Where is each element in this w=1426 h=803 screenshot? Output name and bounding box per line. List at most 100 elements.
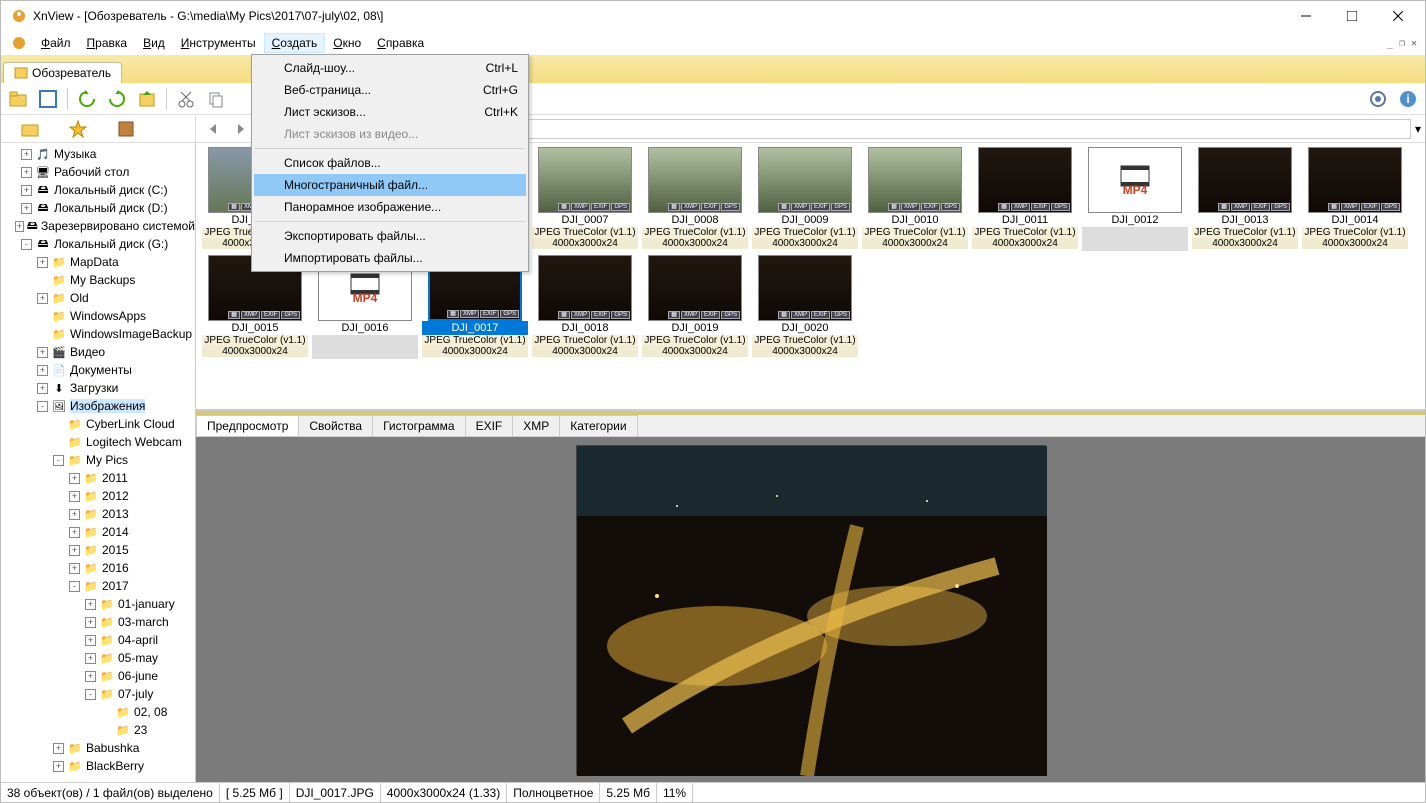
categories-icon[interactable]: [117, 120, 135, 138]
tree-node[interactable]: -📁2017: [1, 577, 195, 595]
folder-tree[interactable]: +🎵Музыка+🖥Рабочий стол+🖴Локальный диск (…: [1, 143, 196, 782]
expand-icon[interactable]: +: [21, 167, 32, 178]
expand-icon[interactable]: -: [53, 455, 64, 466]
expand-icon[interactable]: +: [37, 257, 48, 268]
settings-button[interactable]: [1365, 86, 1391, 112]
menu-item[interactable]: Импортировать файлы...: [254, 247, 526, 269]
menu-правка[interactable]: Правка: [79, 33, 136, 53]
thumbnail[interactable]: MP4DJI_0012: [1082, 147, 1188, 251]
tree-node[interactable]: +📁2013: [1, 505, 195, 523]
tree-node[interactable]: +📁01-january: [1, 595, 195, 613]
tree-node[interactable]: 📁My Backups: [1, 271, 195, 289]
thumbnail[interactable]: ▦XMPEXIFGPSDJI_0019JPEG TrueColor (v1.1)…: [642, 255, 748, 359]
preview-area[interactable]: [196, 437, 1425, 782]
expand-icon[interactable]: -: [85, 689, 96, 700]
expand-icon[interactable]: +: [85, 617, 96, 628]
thumbnail[interactable]: ▦XMPEXIFGPSDJI_0020JPEG TrueColor (v1.1)…: [752, 255, 858, 359]
nav-back-button[interactable]: [200, 116, 226, 142]
menu-файл[interactable]: Файл: [33, 33, 79, 53]
preview-tab[interactable]: Предпросмотр: [196, 415, 299, 436]
tree-node[interactable]: +📁2014: [1, 523, 195, 541]
tree-node[interactable]: +📄Документы: [1, 361, 195, 379]
favorites-star-icon[interactable]: [69, 120, 87, 138]
tree-node[interactable]: +📁2015: [1, 541, 195, 559]
tree-node[interactable]: +⬇Загрузки: [1, 379, 195, 397]
expand-icon[interactable]: +: [21, 149, 32, 160]
expand-icon[interactable]: +: [69, 509, 80, 520]
expand-icon[interactable]: +: [21, 203, 32, 214]
tree-node[interactable]: 📁CyberLink Cloud: [1, 415, 195, 433]
menu-инструменты[interactable]: Инструменты: [173, 33, 264, 53]
tree-node[interactable]: +📁BlackBerry: [1, 757, 195, 775]
open-button[interactable]: [5, 86, 31, 112]
expand-icon[interactable]: +: [37, 365, 48, 376]
thumbnail[interactable]: ▦XMPEXIFGPSDJI_0018JPEG TrueColor (v1.1)…: [532, 255, 638, 359]
close-button[interactable]: [1375, 1, 1421, 31]
path-dropdown-icon[interactable]: ▾: [1415, 122, 1421, 136]
expand-icon[interactable]: +: [53, 743, 64, 754]
tree-node[interactable]: +🖴Локальный диск (D:): [1, 199, 195, 217]
expand-icon[interactable]: +: [37, 383, 48, 394]
expand-icon[interactable]: +: [85, 635, 96, 646]
menu-создать[interactable]: Создать: [264, 33, 326, 53]
tree-node[interactable]: +🖥Рабочий стол: [1, 163, 195, 181]
expand-icon[interactable]: +: [69, 527, 80, 538]
tree-node[interactable]: +📁2016: [1, 559, 195, 577]
expand-icon[interactable]: +: [69, 563, 80, 574]
tree-node[interactable]: +📁06-june: [1, 667, 195, 685]
preview-tab[interactable]: EXIF: [465, 415, 514, 436]
menu-item[interactable]: Веб-страница...Ctrl+G: [254, 79, 526, 101]
tree-node[interactable]: 📁WindowsImageBackup: [1, 325, 195, 343]
tree-node[interactable]: +🖴Локальный диск (C:): [1, 181, 195, 199]
expand-icon[interactable]: +: [85, 653, 96, 664]
expand-icon[interactable]: +: [85, 599, 96, 610]
minimize-button[interactable]: [1283, 1, 1329, 31]
tree-node[interactable]: +📁MapData: [1, 253, 195, 271]
tree-node[interactable]: +📁Babushka: [1, 739, 195, 757]
expand-icon[interactable]: +: [53, 761, 64, 772]
expand-icon[interactable]: +: [37, 293, 48, 304]
preview-tab[interactable]: XMP: [512, 415, 560, 436]
menu-окно[interactable]: Окно: [325, 33, 369, 53]
expand-icon[interactable]: +: [69, 491, 80, 502]
tree-node[interactable]: -📁07-july: [1, 685, 195, 703]
tree-node[interactable]: +🎵Музыка: [1, 145, 195, 163]
favorites-folder-icon[interactable]: [21, 120, 39, 138]
fullscreen-button[interactable]: [35, 86, 61, 112]
cut-button[interactable]: [173, 86, 199, 112]
preview-tab[interactable]: Гистограмма: [372, 415, 465, 436]
tree-node[interactable]: 📁WindowsApps: [1, 307, 195, 325]
menu-item[interactable]: Многостраничный файл...: [254, 174, 526, 196]
info-button[interactable]: i: [1395, 86, 1421, 112]
tree-node[interactable]: +📁04-april: [1, 631, 195, 649]
expand-icon[interactable]: -: [69, 581, 80, 592]
mdi-minimize-icon[interactable]: _: [1387, 38, 1393, 49]
tree-node[interactable]: +🖴Зарезервировано системой: [1, 217, 195, 235]
tree-node[interactable]: -🖴Локальный диск (G:): [1, 235, 195, 253]
thumbnail[interactable]: ▦XMPEXIFGPSDJI_0008JPEG TrueColor (v1.1)…: [642, 147, 748, 251]
expand-icon[interactable]: +: [69, 545, 80, 556]
maximize-button[interactable]: [1329, 1, 1375, 31]
expand-icon[interactable]: +: [21, 185, 32, 196]
tree-node[interactable]: +📁2011: [1, 469, 195, 487]
rotate-left-button[interactable]: [74, 86, 100, 112]
expand-icon[interactable]: +: [15, 221, 23, 232]
tree-node[interactable]: 📁02, 08: [1, 703, 195, 721]
preview-tab[interactable]: Категории: [559, 415, 637, 436]
expand-icon[interactable]: +: [37, 347, 48, 358]
tree-node[interactable]: +📁05-may: [1, 649, 195, 667]
tab-browser[interactable]: Обозреватель: [3, 62, 122, 83]
thumbnail[interactable]: ▦XMPEXIFGPSDJI_0011JPEG TrueColor (v1.1)…: [972, 147, 1078, 251]
tree-node[interactable]: +📁Old: [1, 289, 195, 307]
tree-node[interactable]: -🖼Изображения: [1, 397, 195, 415]
expand-icon[interactable]: +: [85, 671, 96, 682]
tree-node[interactable]: +📁03-march: [1, 613, 195, 631]
convert-button[interactable]: [134, 86, 160, 112]
menu-item[interactable]: Экспортировать файлы...: [254, 225, 526, 247]
thumbnail[interactable]: ▦XMPEXIFGPSDJI_0010JPEG TrueColor (v1.1)…: [862, 147, 968, 251]
menu-справка[interactable]: Справка: [369, 33, 432, 53]
preview-tab[interactable]: Свойства: [298, 415, 373, 436]
expand-icon[interactable]: -: [37, 401, 48, 412]
menu-item[interactable]: Лист эскизов...Ctrl+K: [254, 101, 526, 123]
tree-node[interactable]: -📁My Pics: [1, 451, 195, 469]
